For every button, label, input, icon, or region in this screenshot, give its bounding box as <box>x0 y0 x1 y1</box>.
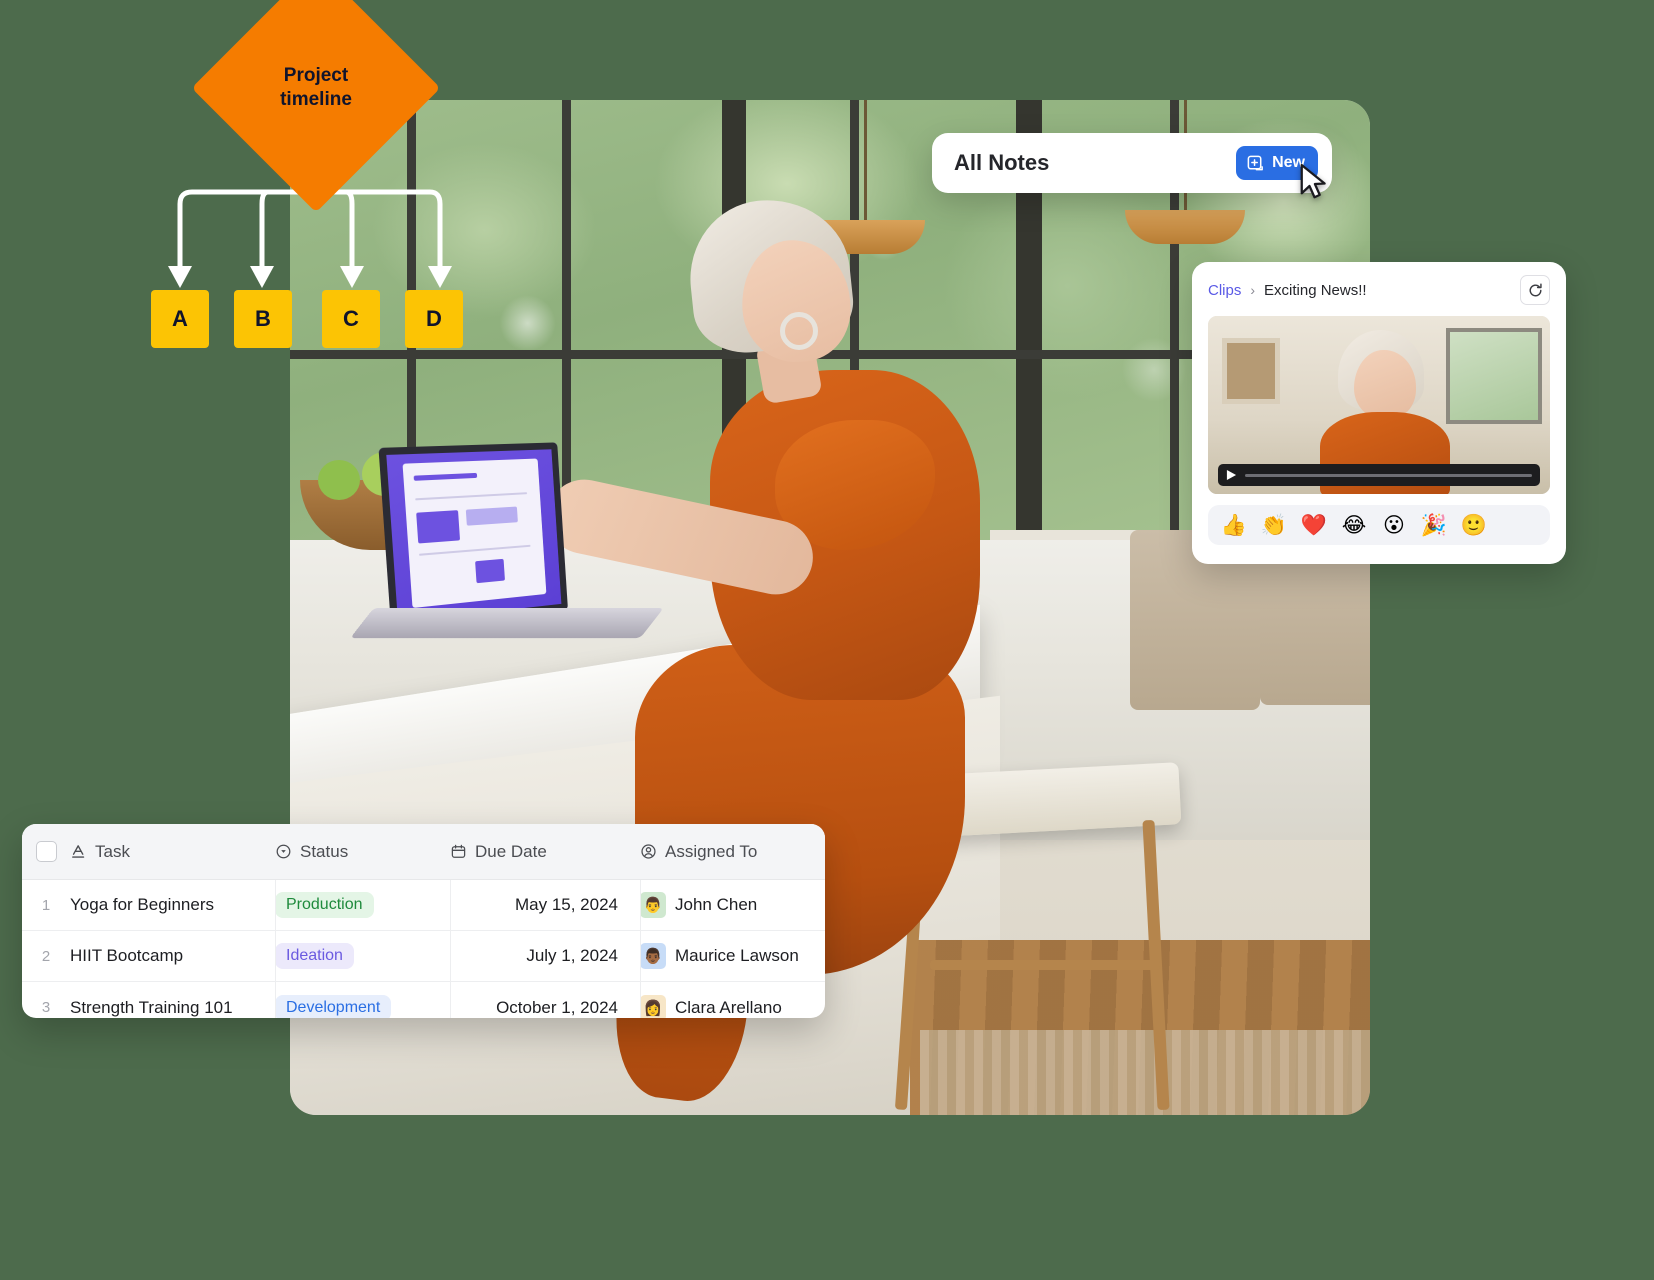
column-header-task[interactable]: Task <box>70 842 275 862</box>
table-row[interactable]: 2 HIIT Bootcamp Ideation July 1, 2024 👨🏾… <box>22 931 825 982</box>
flow-node-a[interactable]: A <box>151 290 209 348</box>
red-heart-emoji[interactable]: ❤️ <box>1296 509 1332 541</box>
table-header-row: Task Status Due Date Assigned To <box>22 824 825 880</box>
video-controls[interactable] <box>1218 464 1540 486</box>
column-header-label: Assigned To <box>665 841 758 861</box>
column-divider <box>640 880 641 1018</box>
status-circle-icon <box>276 844 291 859</box>
table-row[interactable]: 1 Yoga for Beginners Production May 15, … <box>22 880 825 931</box>
flow-node-d[interactable]: D <box>405 290 463 348</box>
task-table-card: Task Status Due Date Assigned To 1 Yoga … <box>22 824 825 1018</box>
laptop-screen <box>378 442 568 631</box>
assignee-name: Maurice Lawson <box>675 946 799 965</box>
select-all-checkbox[interactable] <box>35 841 57 862</box>
cell-due-date[interactable]: May 15, 2024 <box>450 895 640 915</box>
clip-video-player[interactable] <box>1208 316 1550 494</box>
cell-task[interactable]: Strength Training 101 <box>70 998 275 1018</box>
screenshot-stage: A B C D Project timeline All Notes New C… <box>0 0 1654 1280</box>
column-header-label: Due Date <box>475 841 547 861</box>
cell-due-date[interactable]: July 1, 2024 <box>450 946 640 966</box>
project-timeline-label: Project timeline <box>280 65 352 110</box>
cell-assignee[interactable]: 👩 Clara Arellano <box>640 994 825 1018</box>
avatar: 👨 <box>640 892 666 918</box>
open-mouth-emoji[interactable]: 😮 <box>1376 509 1412 541</box>
status-badge: Production <box>275 892 374 918</box>
video-window <box>1446 328 1542 424</box>
cell-assignee[interactable]: 👨 John Chen <box>640 892 825 918</box>
add-reaction-emoji[interactable]: 🙂 <box>1456 509 1492 541</box>
cursor-arrow-icon <box>1300 164 1326 199</box>
calendar-icon <box>451 844 466 858</box>
assignee-name: Clara Arellano <box>675 997 782 1017</box>
column-header-assigned-to[interactable]: Assigned To <box>640 842 825 862</box>
row-number: 3 <box>41 999 51 1016</box>
avatar: 👨🏾 <box>640 943 666 969</box>
clips-breadcrumb: Clips › Exciting News!! <box>1208 275 1550 305</box>
column-header-label: Task <box>95 841 130 861</box>
clapping-hands-emoji[interactable]: 👏 <box>1256 509 1292 541</box>
refresh-button[interactable] <box>1520 275 1550 305</box>
status-badge: Ideation <box>275 943 354 969</box>
cell-status[interactable]: Development <box>275 994 450 1018</box>
wall-picture <box>1222 338 1280 404</box>
stool-rung <box>930 960 1160 970</box>
select-all-cell[interactable] <box>22 841 70 862</box>
play-icon[interactable] <box>1226 469 1237 481</box>
assignee-name: John Chen <box>675 895 758 914</box>
breadcrumb-clips-link[interactable]: Clips <box>1208 282 1241 299</box>
joy-emoji[interactable]: 😂 <box>1336 509 1372 541</box>
row-number: 1 <box>41 896 51 914</box>
video-progress-track[interactable] <box>1245 473 1532 477</box>
clips-card: Clips › Exciting News!! 👍 👏 ❤️ 😂 😮 🎉 🙂 <box>1192 262 1566 564</box>
new-note-icon <box>1247 155 1264 170</box>
column-header-due-date[interactable]: Due Date <box>450 842 640 862</box>
flow-node-c[interactable]: C <box>322 290 380 348</box>
table-row[interactable]: 3 Strength Training 101 Development Octo… <box>22 982 825 1018</box>
breadcrumb-separator-icon: › <box>1250 282 1256 298</box>
person-circle-icon <box>641 844 656 859</box>
all-notes-title: All Notes <box>954 150 1050 175</box>
laptop-base <box>350 608 664 638</box>
cell-status[interactable]: Production <box>275 892 450 918</box>
flow-node-label: B <box>255 306 271 331</box>
status-badge: Development <box>275 994 392 1018</box>
refresh-icon <box>1529 282 1542 296</box>
cell-due-date[interactable]: October 1, 2024 <box>450 998 640 1018</box>
fruit <box>318 460 360 500</box>
thumbs-up-emoji[interactable]: 👍 <box>1216 509 1252 541</box>
breadcrumb-current: Exciting News!! <box>1264 281 1367 299</box>
row-number: 2 <box>41 947 51 965</box>
cell-assignee[interactable]: 👨🏾 Maurice Lawson <box>640 943 825 969</box>
flow-node-label: D <box>426 306 442 331</box>
column-divider <box>450 880 451 1018</box>
flow-node-b[interactable]: B <box>234 290 292 348</box>
project-timeline-node[interactable]: Project timeline <box>191 0 441 213</box>
cell-status[interactable]: Ideation <box>275 943 450 969</box>
flow-node-label: C <box>343 306 359 331</box>
video-person-face <box>1354 350 1416 420</box>
area-rug <box>920 1030 1370 1115</box>
avatar: 👩 <box>640 994 666 1018</box>
cell-task[interactable]: Yoga for Beginners <box>70 895 275 915</box>
flow-node-label: A <box>172 306 188 331</box>
reaction-bar: 👍 👏 ❤️ 😂 😮 🎉 🙂 <box>1208 505 1550 545</box>
pendant-lamp <box>1125 100 1245 244</box>
column-header-label: Status <box>300 841 349 861</box>
column-header-status[interactable]: Status <box>275 842 450 862</box>
cell-task[interactable]: HIIT Bootcamp <box>70 946 275 966</box>
all-notes-card: All Notes New <box>932 133 1332 193</box>
text-format-icon <box>72 845 85 858</box>
column-divider <box>275 880 276 1018</box>
party-popper-emoji[interactable]: 🎉 <box>1416 509 1452 541</box>
